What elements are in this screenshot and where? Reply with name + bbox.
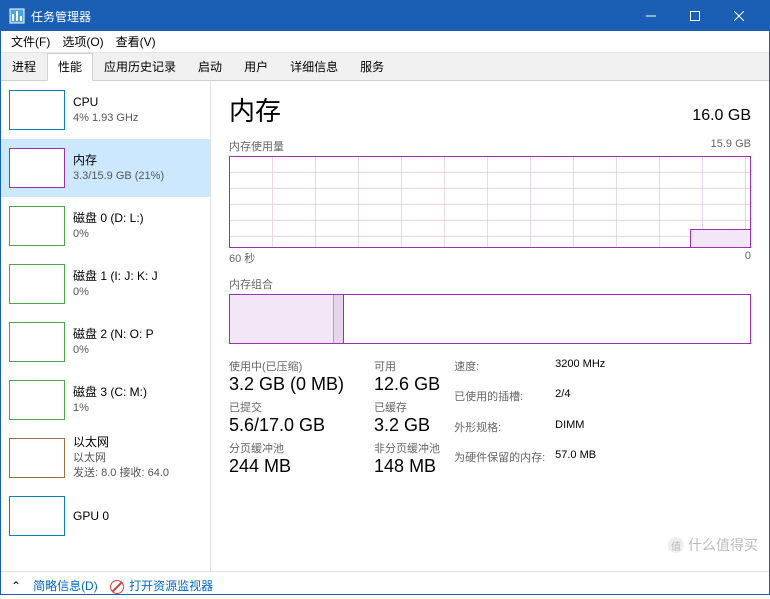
x-left: 60 秒 bbox=[229, 250, 255, 266]
app-icon bbox=[9, 8, 25, 24]
memory-composition-chart bbox=[229, 294, 751, 344]
sidebar-item-disk-2[interactable]: 磁盘 0 (D: L:)0% bbox=[1, 197, 210, 255]
hw-label: 为硬件保留的内存: bbox=[454, 449, 545, 477]
close-button[interactable] bbox=[717, 1, 761, 31]
resmon-icon bbox=[110, 580, 124, 594]
speed-value: 3200 MHz bbox=[555, 358, 605, 386]
tab-6[interactable]: 服务 bbox=[349, 53, 395, 80]
thumb-icon bbox=[9, 90, 65, 130]
menu-view[interactable]: 查看(V) bbox=[110, 31, 162, 52]
usage-max: 15.9 GB bbox=[711, 138, 751, 154]
sidebar-item-name: 内存 bbox=[73, 152, 164, 169]
thumb-icon bbox=[9, 438, 65, 478]
inuse-label: 使用中(已压缩) bbox=[229, 358, 344, 374]
menu-file[interactable]: 文件(F) bbox=[5, 31, 56, 52]
avail-value: 12.6 GB bbox=[374, 374, 440, 395]
cached-value: 3.2 GB bbox=[374, 415, 440, 436]
sidebar-item-sub: 0% bbox=[73, 285, 158, 300]
thumb-icon bbox=[9, 206, 65, 246]
tab-3[interactable]: 启动 bbox=[187, 53, 233, 80]
tab-2[interactable]: 应用历史记录 bbox=[93, 53, 187, 80]
sidebar-item-sub: 0% bbox=[73, 227, 144, 242]
sidebar-item-sub: 0% bbox=[73, 343, 154, 358]
commit-value: 5.6/17.0 GB bbox=[229, 415, 344, 436]
thumb-icon bbox=[9, 496, 65, 536]
commit-label: 已提交 bbox=[229, 399, 344, 415]
fewer-details-link[interactable]: 简略信息(D) bbox=[33, 577, 98, 594]
cached-label: 已缓存 bbox=[374, 399, 440, 415]
nonpaged-value: 148 MB bbox=[374, 456, 440, 477]
sidebar-item-name: 磁盘 0 (D: L:) bbox=[73, 210, 144, 227]
open-resmon-link[interactable]: 打开资源监视器 bbox=[129, 579, 213, 593]
maximize-button[interactable] bbox=[673, 1, 717, 31]
menu-options[interactable]: 选项(O) bbox=[56, 31, 109, 52]
page-title: 内存 bbox=[229, 91, 281, 128]
sidebar-item-name: 磁盘 3 (C: M:) bbox=[73, 384, 147, 401]
window-title: 任务管理器 bbox=[31, 8, 629, 25]
paged-label: 分页缓冲池 bbox=[229, 440, 344, 456]
thumb-icon bbox=[9, 264, 65, 304]
sidebar-item-name: GPU 0 bbox=[73, 508, 109, 525]
sidebar-item-disk-5[interactable]: 磁盘 3 (C: M:)1% bbox=[1, 371, 210, 429]
sidebar-item-sub: 4% 1.93 GHz bbox=[73, 111, 138, 126]
tabs: 进程性能应用历史记录启动用户详细信息服务 bbox=[1, 53, 769, 81]
inuse-value: 3.2 GB (0 MB) bbox=[229, 374, 344, 395]
sidebar-item-sub: 以太网 bbox=[73, 451, 169, 466]
form-label: 外形规格: bbox=[454, 419, 545, 447]
tab-0[interactable]: 进程 bbox=[1, 53, 47, 80]
x-right: 0 bbox=[745, 250, 751, 266]
usage-label: 内存使用量 bbox=[229, 138, 284, 154]
composition-label: 内存组合 bbox=[229, 276, 273, 292]
sidebar-item-gpu-7[interactable]: GPU 0 bbox=[1, 487, 210, 545]
form-value: DIMM bbox=[555, 419, 605, 447]
sidebar-item-disk-3[interactable]: 磁盘 1 (I: J: K: J0% bbox=[1, 255, 210, 313]
sidebar-item-mem-1[interactable]: 内存3.3/15.9 GB (21%) bbox=[1, 139, 210, 197]
total-memory: 16.0 GB bbox=[692, 107, 751, 125]
sidebar-item-sub: 3.3/15.9 GB (21%) bbox=[73, 169, 164, 184]
minimize-button[interactable] bbox=[629, 1, 673, 31]
speed-label: 速度: bbox=[454, 358, 545, 386]
sidebar-item-sub: 1% bbox=[73, 401, 147, 416]
sidebar-item-name: 以太网 bbox=[73, 434, 169, 451]
menubar: 文件(F) 选项(O) 查看(V) bbox=[1, 31, 769, 53]
avail-label: 可用 bbox=[374, 358, 440, 374]
paged-value: 244 MB bbox=[229, 456, 344, 477]
slots-label: 已使用的插槽: bbox=[454, 388, 545, 416]
memory-usage-chart bbox=[229, 156, 751, 248]
nonpaged-label: 非分页缓冲池 bbox=[374, 440, 440, 456]
sidebar-item-name: 磁盘 2 (N: O: P bbox=[73, 326, 154, 343]
sidebar-item-name: 磁盘 1 (I: J: K: J bbox=[73, 268, 158, 285]
thumb-icon bbox=[9, 322, 65, 362]
sidebar-item-cpu-0[interactable]: CPU4% 1.93 GHz bbox=[1, 81, 210, 139]
chevron-up-icon[interactable]: ⌃ bbox=[11, 579, 21, 593]
sidebar-item-name: CPU bbox=[73, 94, 138, 111]
sidebar: CPU4% 1.93 GHz内存3.3/15.9 GB (21%)磁盘 0 (D… bbox=[1, 81, 211, 571]
slots-value: 2/4 bbox=[555, 388, 605, 416]
thumb-icon bbox=[9, 380, 65, 420]
tab-4[interactable]: 用户 bbox=[233, 53, 279, 80]
main-panel: 内存 16.0 GB 内存使用量 15.9 GB 60 秒 0 内存组合 使用中(已… bbox=[211, 81, 769, 571]
tab-5[interactable]: 详细信息 bbox=[279, 53, 349, 80]
sidebar-item-disk-4[interactable]: 磁盘 2 (N: O: P0% bbox=[1, 313, 210, 371]
sidebar-item-eth-6[interactable]: 以太网以太网发送: 8.0 接收: 64.0 bbox=[1, 429, 210, 487]
hw-value: 57.0 MB bbox=[555, 449, 605, 477]
tab-1[interactable]: 性能 bbox=[47, 53, 93, 81]
thumb-icon bbox=[9, 148, 65, 188]
